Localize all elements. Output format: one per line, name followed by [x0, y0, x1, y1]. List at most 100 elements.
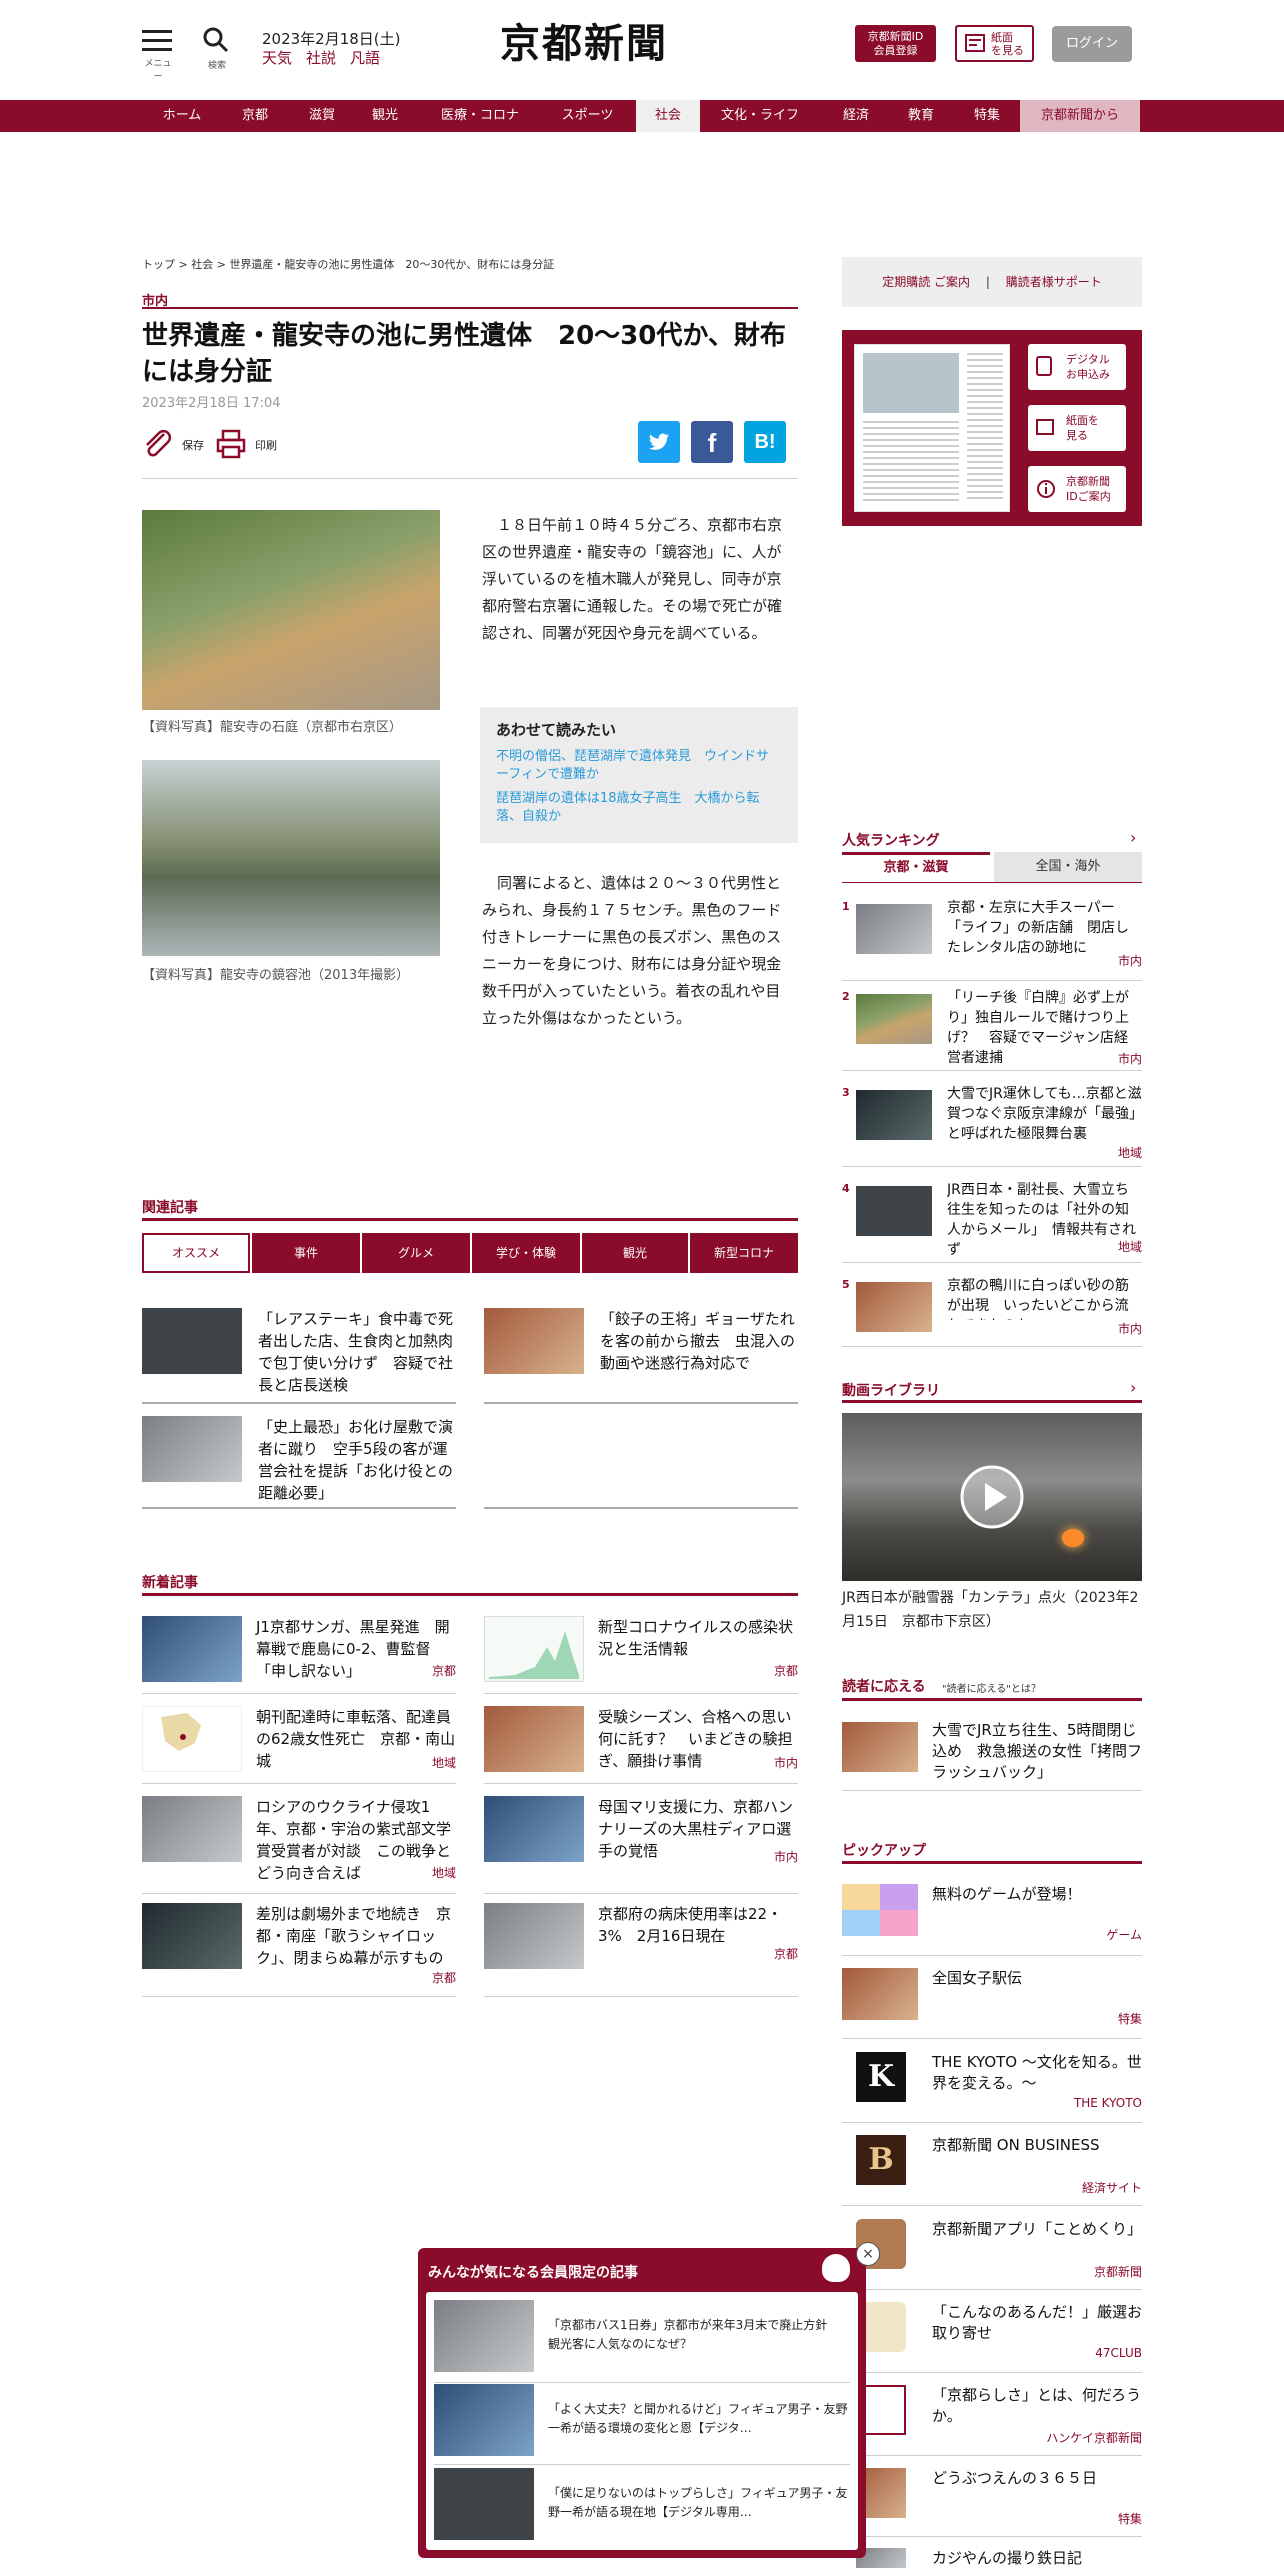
- breadcrumb-society[interactable]: 社会: [191, 258, 213, 271]
- tab-learning[interactable]: 学び・体験: [472, 1233, 580, 1273]
- breadcrumb-top[interactable]: トップ: [142, 258, 175, 271]
- ranking-item-1[interactable]: 1 京都・左京に大手スーパー「ライフ」の新店舗 閉店したレンタル店の跡地に 市内: [842, 898, 1142, 978]
- pickup-item-5[interactable]: 京都新聞アプリ「ことめくり」 京都新聞: [842, 2217, 1142, 2287]
- popup-close-button[interactable]: ×: [856, 2242, 880, 2266]
- weather-link[interactable]: 天気: [262, 49, 292, 67]
- ranking-item-3[interactable]: 3 大雪でJR運休しても…京都と滋賀つなぐ京阪京津線が「最強」と呼ばれた極限舞台…: [842, 1084, 1142, 1164]
- facebook-icon: f: [707, 428, 717, 458]
- tab-tourism[interactable]: 観光: [582, 1233, 688, 1273]
- latest-item-5[interactable]: ロシアのウクライナ侵攻1年、京都・宇治の紫式部文学賞受賞者が対談 この戦争とどう…: [142, 1796, 456, 1882]
- subscribe-link[interactable]: 定期購読 ご案内: [882, 275, 970, 289]
- ranking-tab-national[interactable]: 全国・海外: [994, 852, 1142, 882]
- share-twitter[interactable]: [638, 421, 680, 463]
- tab-corona[interactable]: 新型コロナ: [690, 1233, 798, 1273]
- nav-kyoto[interactable]: 京都: [225, 100, 285, 132]
- pickup-item-7[interactable]: 「京都らしさ」とは、何だろうか。 ハンケイ京都新聞: [842, 2383, 1142, 2453]
- twitter-icon: [648, 433, 670, 450]
- related-tabs: オススメ 事件 グルメ 学び・体験 観光 新型コロナ: [142, 1233, 798, 1273]
- reader-item[interactable]: 大雪でJR立ち往生、5時間閉じ込め 救急搬送の女性「拷問フラッシュバック」: [842, 1720, 1142, 1790]
- save-label: 保存: [182, 439, 204, 452]
- member-popup: × みんなが気になる会員限定の記事 「京都市バス1日券」京都市が来年3月末で廃止…: [418, 2242, 880, 2558]
- latest-item-3[interactable]: 朝刊配達時に車転落、配達員の62歳女性死亡 京都・南山城 地域: [142, 1706, 456, 1790]
- nav-from-kyoto[interactable]: 京都新聞から: [1020, 100, 1140, 132]
- tab-incident[interactable]: 事件: [252, 1233, 360, 1273]
- pickup-item-3[interactable]: K THE KYOTO ～文化を知る。世界を変える。～ THE KYOTO: [842, 2050, 1142, 2120]
- ranking-item-4[interactable]: 4 JR西日本・副社長、大雪立ち往生を知ったのは「社外の知人からメール」 情報共…: [842, 1180, 1142, 1260]
- recommend-link-2[interactable]: 琵琶湖岸の遺体は18歳女子高生 大橋から転落、自殺か: [496, 790, 782, 826]
- login-button[interactable]: ログイン: [1052, 26, 1132, 62]
- editorial-link[interactable]: 社説: [306, 49, 336, 67]
- ranking-item-5[interactable]: 5 京都の鴨川に白っぽい砂の筋が出現 いったいどこから流れてきたのか 市内: [842, 1276, 1142, 1340]
- ranking-more-icon[interactable]: ›: [1130, 828, 1136, 847]
- breadcrumb-current: 世界遺産・龍安寺の池に男性遺体 20～30代か、財布には身分証: [229, 258, 555, 271]
- popup-item-2[interactable]: 「よく大丈夫？と聞かれるけど」フィギュア男子・友野一希が語る環境の変化と恩【デジ…: [434, 2384, 850, 2460]
- register-button[interactable]: 京都新聞ID 会員登録: [855, 25, 936, 62]
- latest-item-6[interactable]: 母国マリ支援に力、京都ハンナリーズの大黒柱ディアロ選手の覚悟 市内: [484, 1796, 798, 1880]
- pickup-item-1[interactable]: 無料のゲームが登場！ ゲーム: [842, 1882, 1142, 1952]
- nav-society[interactable]: 社会: [636, 100, 700, 132]
- pickup-item-9[interactable]: カジやんの撮り鉄日記: [842, 2546, 1142, 2568]
- rank-text: JR西日本・副社長、大雪立ち往生を知ったのは「社外の知人からメール」 情報共有さ…: [947, 1182, 1136, 1258]
- digital-apply-button[interactable]: デジタル お申込み: [1028, 344, 1126, 390]
- reader-sub[interactable]: "読者に応える"とは？: [942, 1680, 1041, 1695]
- ranking-tab-local[interactable]: 京都・滋賀: [842, 852, 990, 882]
- latest-item-2[interactable]: 新型コロナウイルスの感染状況と生活情報 京都: [484, 1616, 798, 1700]
- tab-recommend[interactable]: オススメ: [142, 1233, 250, 1273]
- share-facebook[interactable]: f: [691, 421, 733, 463]
- pickup-item-2[interactable]: 全国女子駅伝 特集: [842, 1966, 1142, 2036]
- paper-view-button[interactable]: 紙面 を見る: [955, 25, 1034, 62]
- pickup-tag: 京都新聞: [1093, 2265, 1142, 2279]
- site-logo[interactable]: 京都新聞: [500, 16, 720, 72]
- print-button[interactable]: 印刷: [215, 428, 285, 460]
- nav-feature[interactable]: 特集: [957, 100, 1017, 132]
- search-button[interactable]: 検索: [202, 26, 232, 71]
- pickup-text: 京都新聞アプリ「ことめくり」: [932, 2220, 1143, 2238]
- popup-list: 「京都市バス1日券」京都市が来年3月末で廃止方針 観光客に人気なのになぜ？ 「よ…: [426, 2292, 858, 2550]
- latest-item-1[interactable]: J1京都サンガ、黒星発進 開幕戦で鹿島に0-2、曹監督「申し訳ない」 京都: [142, 1616, 456, 1700]
- share-hatena[interactable]: B!: [744, 421, 786, 463]
- rank-thumb: [856, 1090, 932, 1140]
- video-player[interactable]: [842, 1413, 1142, 1581]
- recommend-link-1[interactable]: 不明の僧侶、琵琶湖岸で遺体発見 ウインドサーフィンで遭難か: [496, 748, 782, 784]
- nav-home[interactable]: ホーム: [146, 100, 218, 132]
- popup-text: 「僕に足りないのはトップらしさ」フィギュア男子・友野一希が語る現在地【デジタル専…: [548, 2486, 848, 2519]
- nav-medical[interactable]: 医療・コロナ: [425, 100, 535, 132]
- pickup-item-8[interactable]: どうぶつえんの３６５日 特集: [842, 2466, 1142, 2536]
- nav-culture[interactable]: 文化・ライフ: [710, 100, 810, 132]
- pickup-item-6[interactable]: 「こんなのあるんだ！」厳選お取り寄せ 47CLUB: [842, 2300, 1142, 2370]
- game-icon: [842, 1884, 918, 1936]
- related-item-1[interactable]: 「レアステーキ」食中毒で死者出した店、生食肉と加熱肉で包丁使い分けず 容疑で社長…: [142, 1306, 456, 1398]
- nav-kanko[interactable]: 観光: [355, 100, 415, 132]
- pickup-item-4[interactable]: B 京都新聞 ON BUSINESS 経済サイト: [842, 2133, 1142, 2203]
- related-item-2[interactable]: 「餃子の王将」ギョーザたれを客の前から撤去 虫混入の動画や迷惑行為対応で: [484, 1306, 798, 1398]
- latest-item-4[interactable]: 受験シーズン、合格への思い何に託す？ いまどきの験担ぎ、願掛け事情 市内: [484, 1706, 798, 1790]
- support-link[interactable]: 購読者様サポート: [1006, 275, 1102, 289]
- photo1-caption: 【資料写真】龍安寺の石庭（京都市右京区）: [142, 720, 403, 735]
- print-label: 印刷: [255, 439, 277, 452]
- video-more-icon[interactable]: ›: [1130, 1378, 1136, 1397]
- related-item-3[interactable]: 「史上最恐」お化け屋敷で演者に蹴り 空手5段の客が運営会社を提訴「お化け役との距…: [142, 1414, 456, 1506]
- save-button[interactable]: 保存: [142, 428, 212, 460]
- nav-economy[interactable]: 経済: [820, 100, 892, 132]
- rank-thumb: [856, 994, 932, 1044]
- rank-tag: 市内: [1117, 1052, 1142, 1066]
- nav-sports[interactable]: スポーツ: [545, 100, 630, 132]
- ranking-item-2[interactable]: 2 「リーチ後『白牌』必ず上がり」独自ルールで賭けつり上げ？ 容疑でマージャン店…: [842, 988, 1142, 1068]
- related-thumb: [142, 1308, 242, 1374]
- menu-button[interactable]: メニュー: [142, 28, 174, 82]
- nav-shiga[interactable]: 滋賀: [292, 100, 352, 132]
- bongo-link[interactable]: 凡語: [350, 49, 380, 67]
- popup-item-1[interactable]: 「京都市バス1日券」京都市が来年3月末で廃止方針 観光客に人気なのになぜ？: [434, 2300, 850, 2376]
- nav-education[interactable]: 教育: [890, 100, 952, 132]
- tab-gourmet[interactable]: グルメ: [362, 1233, 470, 1273]
- latest-item-8[interactable]: 京都府の病床使用率は22・3% 2月16日現在 京都: [484, 1903, 798, 1987]
- latest-item-7[interactable]: 差別は劇場外まで地続き 京都・南座「歌うシャイロック」、閉まらぬ幕が示すもの 京…: [142, 1903, 456, 1995]
- newspaper-thumbnail[interactable]: [854, 344, 1010, 512]
- breadcrumb: トップ > 社会 > 世界遺産・龍安寺の池に男性遺体 20～30代か、財布には身…: [142, 258, 555, 271]
- hatena-icon: B!: [754, 431, 776, 453]
- latest-thumb: [142, 1796, 242, 1862]
- id-info-button[interactable]: 京都新聞 IDご案内: [1028, 466, 1126, 512]
- paper-view-side-button[interactable]: 紙面を 見る: [1028, 405, 1126, 451]
- ranking-title: 人気ランキング: [842, 833, 940, 849]
- popup-item-3[interactable]: 「僕に足りないのはトップらしさ」フィギュア男子・友野一希が語る現在地【デジタル専…: [434, 2468, 850, 2544]
